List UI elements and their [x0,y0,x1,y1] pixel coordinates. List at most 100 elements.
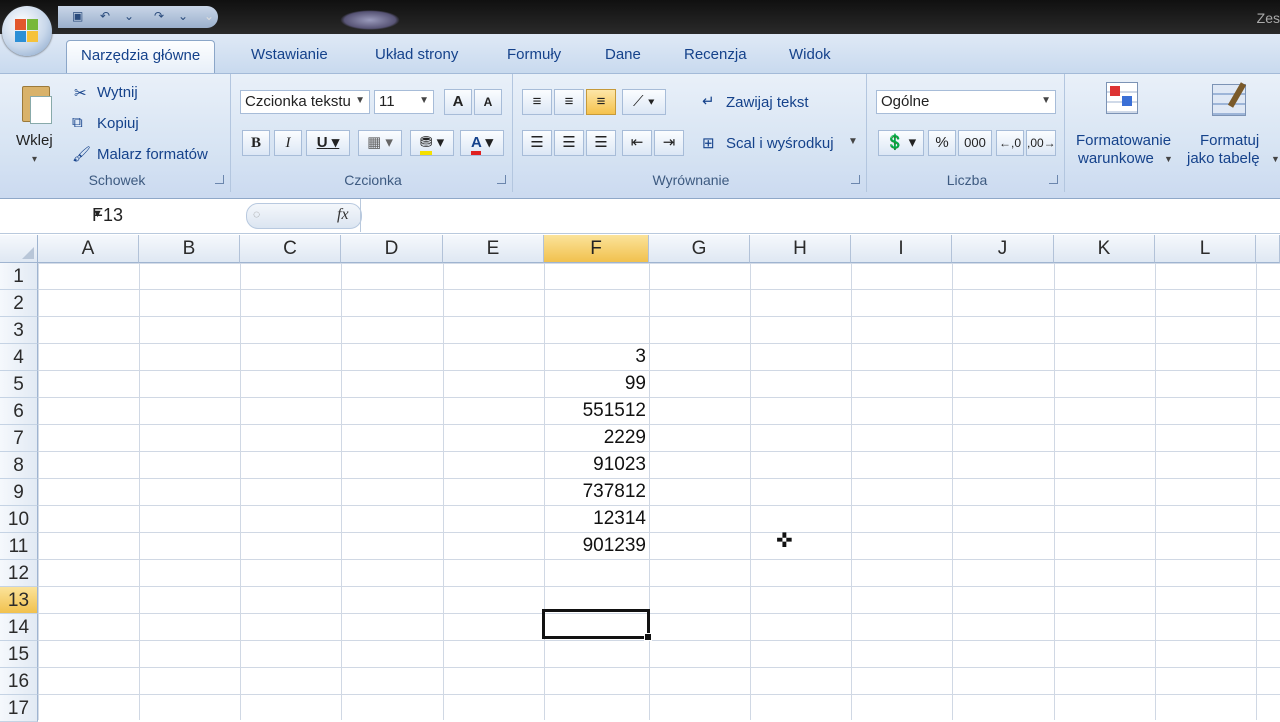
cell-f8[interactable]: 91023 [544,454,646,476]
tab-formulas[interactable]: Formuły [507,46,561,63]
row-header-16[interactable]: 16 [0,668,38,695]
name-box-dropdown-icon[interactable]: ▼ [92,208,238,220]
column-header-f[interactable]: F [544,235,649,263]
conditional-formatting-button[interactable]: Formatowanie [1076,132,1171,149]
number-launcher-icon[interactable] [1049,175,1058,184]
paste-button[interactable]: Wklej [16,132,53,149]
save-icon[interactable]: ▣ [72,9,83,23]
row-header-3[interactable]: 3 [0,317,38,344]
column-header-c[interactable]: C [240,235,341,263]
fill-color-button[interactable]: ⛃ ▾ [410,130,454,156]
number-format-combo[interactable]: Ogólne ▼ [876,90,1056,114]
tab-view[interactable]: Widok [789,46,831,63]
cell-f9[interactable]: 737812 [544,481,646,503]
row-header-2[interactable]: 2 [0,290,38,317]
row-header-15[interactable]: 15 [0,641,38,668]
format-as-table-dropdown-icon[interactable]: ▼ [1271,154,1280,164]
column-header-m-partial[interactable] [1256,235,1280,263]
format-painter-button[interactable]: Malarz formatów [97,146,208,163]
number-format-dropdown-icon[interactable]: ▼ [1041,95,1051,106]
decrease-decimal-button[interactable]: ,00→ [1026,130,1056,156]
column-header-l[interactable]: L [1155,235,1256,263]
merge-center-button[interactable]: Scal i wyśrodkuj [726,135,834,152]
cut-button[interactable]: Wytnij [97,84,138,101]
cell-f10[interactable]: 12314 [544,508,646,530]
bold-button[interactable]: B [242,130,270,156]
underline-button[interactable]: U ▾ [306,130,350,156]
redo-dropdown-icon[interactable]: ⌄ [178,9,188,23]
column-header-g[interactable]: G [649,235,750,263]
font-size-combo[interactable]: 11 ▼ [374,90,434,114]
align-top-button[interactable]: ≡ [522,89,552,115]
column-header-k[interactable]: K [1054,235,1155,263]
row-header-1[interactable]: 1 [0,263,38,290]
align-middle-button[interactable]: ≡ [554,89,584,115]
tab-insert[interactable]: Wstawianie [251,46,328,63]
insert-function-button[interactable]: fx [337,206,349,224]
conditional-formatting-line2[interactable]: warunkowe [1078,150,1154,167]
font-color-button[interactable]: A ▾ [460,130,504,156]
font-name-dropdown-icon[interactable]: ▼ [355,95,365,106]
font-size-dropdown-icon[interactable]: ▼ [419,95,429,106]
increase-indent-button[interactable]: ⇥ [654,130,684,156]
cell-f6[interactable]: 551512 [544,400,646,422]
active-cell-f13[interactable] [542,609,652,641]
tab-review[interactable]: Recenzja [684,46,747,63]
cell-f4[interactable]: 3 [544,346,646,368]
clipboard-launcher-icon[interactable] [215,175,224,184]
office-button[interactable] [2,6,52,56]
row-header-12[interactable]: 12 [0,560,38,587]
redo-icon[interactable]: ↷ [154,9,164,23]
row-header-5[interactable]: 5 [0,371,38,398]
font-name-combo[interactable]: Czcionka tekstu ▼ [240,90,370,114]
name-box[interactable]: F13 ▼ [0,203,240,227]
customize-qat-icon[interactable]: ⌄ [204,9,214,23]
font-launcher-icon[interactable] [497,175,506,184]
percent-button[interactable]: % [928,130,956,156]
tab-home[interactable]: Narzędzia główne [66,40,216,75]
tab-data[interactable]: Dane [605,46,641,63]
cell-area[interactable]: 3 99 551512 2229 91023 737812 12314 9012… [38,263,1280,720]
paste-dropdown-icon[interactable]: ▾ [32,154,37,165]
column-header-a[interactable]: A [38,235,139,263]
cell-f7[interactable]: 2229 [544,427,646,449]
cell-f11[interactable]: 901239 [544,535,646,557]
row-header-17[interactable]: 17 [0,695,38,722]
row-header-14[interactable]: 14 [0,614,38,641]
column-header-b[interactable]: B [139,235,240,263]
row-header-7[interactable]: 7 [0,425,38,452]
column-header-h[interactable]: H [750,235,851,263]
wrap-text-button[interactable]: Zawijaj tekst [726,94,809,111]
formula-input[interactable] [360,199,1280,232]
italic-button[interactable]: I [274,130,302,156]
expand-handle-icon[interactable]: ◌ [253,207,260,221]
merge-dropdown-icon[interactable]: ▼ [848,136,858,147]
shrink-font-button[interactable]: A [474,89,502,115]
decrease-indent-button[interactable]: ⇤ [622,130,652,156]
select-all-button[interactable] [0,235,38,263]
row-header-9[interactable]: 9 [0,479,38,506]
align-bottom-button[interactable]: ≡ [586,89,616,115]
align-center-button[interactable]: ☰ [554,130,584,156]
row-header-6[interactable]: 6 [0,398,38,425]
undo-icon[interactable]: ↶ [100,9,110,23]
format-as-table-button[interactable]: Formatuj [1200,132,1259,149]
tab-page-layout[interactable]: Układ strony [375,46,458,63]
row-header-10[interactable]: 10 [0,506,38,533]
column-header-e[interactable]: E [443,235,544,263]
paste-icon[interactable] [18,82,52,126]
column-header-d[interactable]: D [341,235,443,263]
undo-dropdown-icon[interactable]: ⌄ [124,9,134,23]
column-header-i[interactable]: I [851,235,952,263]
format-as-table-line2[interactable]: jako tabelę [1187,150,1260,167]
borders-button[interactable]: ▦ ▾ [358,130,402,156]
alignment-launcher-icon[interactable] [851,175,860,184]
orientation-button[interactable]: ⟋ ▾ [622,89,666,115]
copy-button[interactable]: Kopiuj [97,115,139,132]
row-header-8[interactable]: 8 [0,452,38,479]
grow-font-button[interactable]: A [444,89,472,115]
comma-style-button[interactable]: 000 [958,130,992,156]
row-header-11[interactable]: 11 [0,533,38,560]
align-right-button[interactable]: ☰ [586,130,616,156]
accounting-format-button[interactable]: 💲 ▾ [878,130,924,156]
